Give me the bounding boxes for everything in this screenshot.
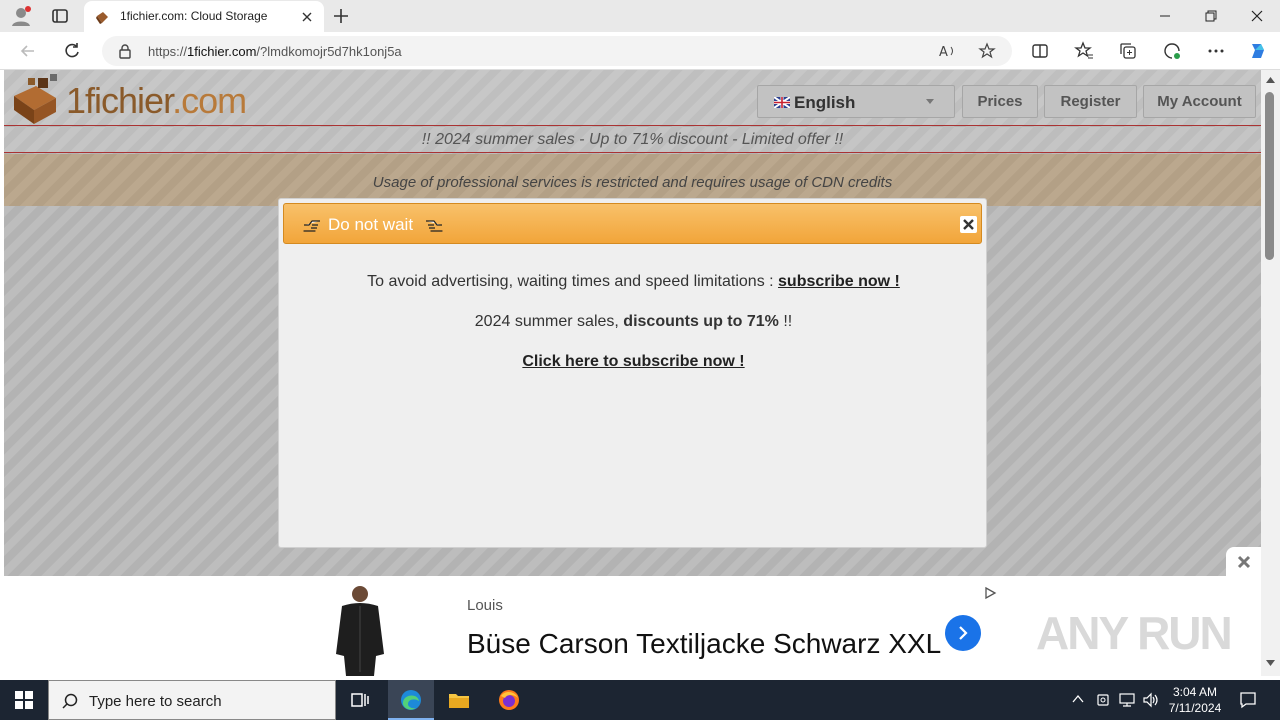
dialog-line-sales: 2024 summer sales, discounts up to 71% !… <box>474 313 793 330</box>
back-icon[interactable] <box>18 41 38 61</box>
collections-icon[interactable] <box>1118 41 1138 61</box>
logo-boxes-icon[interactable] <box>10 72 66 126</box>
file-explorer-icon[interactable] <box>447 688 471 712</box>
address-bar[interactable]: https://1fichier.com/?lmdkomojr5d7hk1onj… <box>102 36 1012 66</box>
ad-go-button[interactable] <box>945 615 981 651</box>
chevron-right-icon <box>959 626 968 640</box>
promo-banner[interactable]: !! 2024 summer sales - Up to 71% discoun… <box>4 127 1261 153</box>
anyrun-watermark: ANY RUN <box>1036 607 1233 659</box>
firefox-icon[interactable] <box>497 688 521 712</box>
ad-banner[interactable]: Louis Büse Carson Textiljacke Schwarz XX… <box>4 547 1261 676</box>
network-icon[interactable] <box>1118 692 1136 708</box>
adchoices-icon[interactable] <box>983 586 997 600</box>
uk-flag-icon <box>774 97 790 108</box>
read-aloud-icon[interactable]: A <box>938 42 956 60</box>
ad-product-title[interactable]: Büse Carson Textiljacke Schwarz XXL <box>467 628 941 660</box>
language-label: English <box>794 93 856 112</box>
windows-start-icon[interactable] <box>12 688 36 712</box>
task-view-icon[interactable] <box>348 688 372 712</box>
tab-title: 1fichier.com: Cloud Storage <box>120 9 268 23</box>
active-tab[interactable]: 1fichier.com: Cloud Storage <box>84 1 324 32</box>
chevron-up-icon[interactable] <box>1072 694 1084 704</box>
system-clock[interactable]: 3:04 AM 7/11/2024 <box>1160 684 1230 716</box>
split-screen-icon[interactable] <box>1030 41 1050 61</box>
ad-brand[interactable]: Louis <box>467 597 503 614</box>
dialog-line-advertising: To avoid advertising, waiting times and … <box>367 273 900 290</box>
dialog-line-subscribe: Click here to subscribe now ! <box>279 353 988 371</box>
site-header: 1fichier.com English Prices Register My … <box>4 70 1261 126</box>
more-menu-icon[interactable] <box>1206 41 1226 61</box>
scrollbar-thumb[interactable] <box>1265 92 1274 260</box>
copilot-icon[interactable] <box>1247 40 1269 62</box>
close-ad-icon[interactable] <box>1236 554 1252 570</box>
url-text[interactable]: https://1fichier.com/?lmdkomojr5d7hk1onj… <box>148 44 402 59</box>
notifications-icon[interactable] <box>1238 690 1258 710</box>
subscribe-dialog: Do not wait To avoid advertising, waitin… <box>278 198 987 548</box>
site-logo[interactable]: 1fichier.com <box>66 80 247 122</box>
refresh-icon[interactable] <box>62 41 82 61</box>
dialog-header: Do not wait <box>283 203 982 244</box>
new-tab-icon[interactable] <box>332 7 350 25</box>
svg-text:A: A <box>939 45 948 60</box>
scroll-down-icon[interactable] <box>1266 660 1275 667</box>
search-placeholder: Type here to search <box>89 693 222 710</box>
register-button[interactable]: Register <box>1044 85 1137 118</box>
site-favicon-icon <box>96 12 108 24</box>
ad-close-tab[interactable] <box>1226 547 1261 576</box>
my-account-button[interactable]: My Account <box>1143 85 1256 118</box>
close-tab-icon[interactable] <box>300 10 314 24</box>
favorites-icon[interactable] <box>1074 41 1094 61</box>
taskbar-search[interactable]: Type here to search <box>48 680 336 720</box>
restore-icon[interactable] <box>1200 6 1220 26</box>
minimize-icon[interactable] <box>1155 6 1175 26</box>
click-here-subscribe-link[interactable]: Click here to subscribe now ! <box>522 353 744 370</box>
pointing-hand-left-icon <box>426 220 443 232</box>
address-toolbar: https://1fichier.com/?lmdkomojr5d7hk1onj… <box>0 32 1280 70</box>
scroll-up-icon[interactable] <box>1266 76 1275 83</box>
clock-time: 3:04 AM <box>1172 685 1218 699</box>
jacket-model-image[interactable] <box>330 584 390 676</box>
page-scrollbar[interactable] <box>1261 70 1280 676</box>
discount-text: discounts up to 71% <box>623 313 779 330</box>
tab-bar: 1fichier.com: Cloud Storage <box>0 0 1280 32</box>
language-select[interactable]: English <box>757 85 955 118</box>
pointing-hand-right-icon <box>303 220 320 232</box>
profile-icon[interactable] <box>10 5 32 27</box>
clock-date: 7/11/2024 <box>1168 701 1222 715</box>
close-window-icon[interactable] <box>1247 6 1267 26</box>
browser-essentials-icon[interactable] <box>1162 41 1182 61</box>
search-icon <box>62 693 78 709</box>
favorite-star-icon[interactable] <box>978 42 996 60</box>
lock-icon[interactable] <box>118 43 132 59</box>
windows-taskbar: Type here to search 3:04 AM 7/11/2024 <box>0 680 1280 720</box>
subscribe-now-link[interactable]: subscribe now ! <box>778 273 900 290</box>
prices-button[interactable]: Prices <box>962 85 1038 118</box>
dialog-title: Do not wait <box>328 215 414 234</box>
device-icon[interactable] <box>1096 692 1110 708</box>
close-dialog-icon[interactable] <box>960 216 977 233</box>
volume-icon[interactable] <box>1142 692 1160 708</box>
edge-icon[interactable] <box>399 688 423 712</box>
chevron-down-icon <box>926 99 934 104</box>
edge-taskbar-slot[interactable] <box>388 680 434 720</box>
tab-actions-icon[interactable] <box>50 6 70 26</box>
